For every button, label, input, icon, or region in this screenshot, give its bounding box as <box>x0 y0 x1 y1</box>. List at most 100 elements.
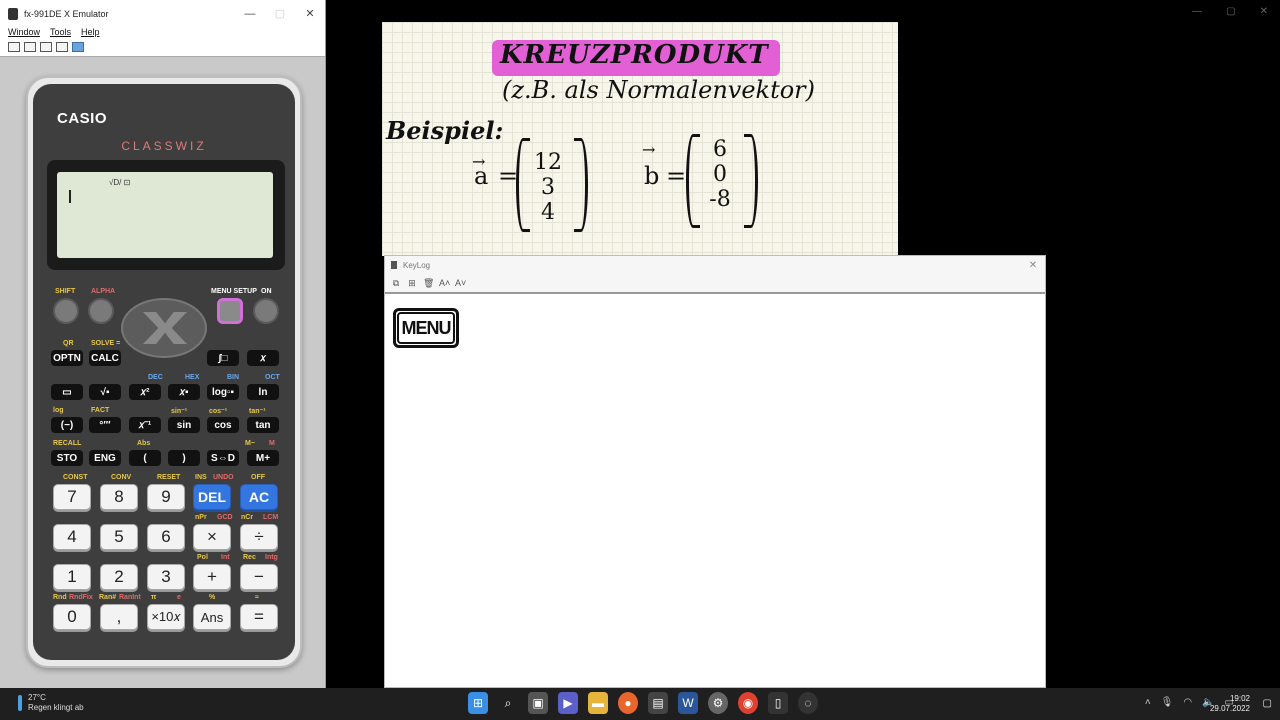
power-key[interactable]: 𝑥▪ <box>168 384 200 400</box>
m-plus-key[interactable]: M+ <box>247 450 279 466</box>
layout-1-icon[interactable] <box>8 42 20 52</box>
maximize-button[interactable]: ▢ <box>265 7 295 20</box>
wifi-icon[interactable]: ◠ <box>1183 697 1192 708</box>
e-label: e <box>177 594 181 601</box>
cos-key[interactable]: cos <box>207 417 239 433</box>
direction-pad[interactable] <box>121 298 207 358</box>
log-key[interactable]: log▫▪ <box>207 384 239 400</box>
chrome-icon[interactable]: ◉ <box>738 692 758 714</box>
degree-key[interactable]: °′″ <box>89 417 121 433</box>
minimize-button[interactable]: — <box>235 8 265 20</box>
screen-recorder-icon[interactable]: ◌ <box>798 692 818 714</box>
exp10-key[interactable]: ×10𝑥 <box>147 604 185 630</box>
fraction-key[interactable]: ▭ <box>51 384 83 400</box>
square-key[interactable]: 𝑥² <box>129 384 161 400</box>
divide-key[interactable]: ÷ <box>240 524 278 550</box>
key-2[interactable]: 2 <box>100 564 138 590</box>
equals-key[interactable]: = <box>240 604 278 630</box>
select-all-icon[interactable]: ⊞ <box>407 278 417 289</box>
board-subtitle: (z.B. als Normalenvektor) <box>502 76 816 104</box>
minimize-icon[interactable]: — <box>1192 6 1202 17</box>
m-label: M <box>269 440 275 447</box>
menu-tools[interactable]: Tools <box>50 27 71 39</box>
store-icon[interactable]: ▤ <box>648 692 668 714</box>
keylog-icon[interactable] <box>72 42 84 52</box>
word-icon[interactable]: W <box>678 692 698 714</box>
copy-icon[interactable]: ⧉ <box>391 278 401 289</box>
menu-help[interactable]: Help <box>81 27 100 39</box>
calc-key[interactable]: CALC <box>89 350 121 366</box>
key-1[interactable]: 1 <box>53 564 91 590</box>
vector-a-y: 3 <box>541 175 555 200</box>
comma-key[interactable]: , <box>100 604 138 630</box>
alpha-button[interactable] <box>88 298 114 324</box>
lcd-display: √D/ ⊡ <box>57 172 273 258</box>
ac-key[interactable]: AC <box>240 484 278 510</box>
layout-3-icon[interactable] <box>40 42 52 52</box>
emulator-menubar: Window Tools Help <box>0 27 325 39</box>
settings-icon[interactable]: ⚙ <box>708 692 728 714</box>
sin-key[interactable]: sin <box>168 417 200 433</box>
sqrt-key[interactable]: √▪ <box>89 384 121 400</box>
menu-button[interactable] <box>217 298 243 324</box>
font-decrease-icon[interactable]: A˅ <box>455 278 466 288</box>
abs-label: Abs <box>137 440 151 447</box>
sto-key[interactable]: STO <box>51 450 83 466</box>
key-8[interactable]: 8 <box>100 484 138 510</box>
task-view-icon[interactable]: ▣ <box>528 692 548 714</box>
x-key[interactable]: 𝑥 <box>247 350 279 366</box>
inverse-key[interactable]: 𝑥⁻¹ <box>129 417 161 433</box>
weather-widget[interactable]: 27°C Regen klingt ab <box>18 693 84 713</box>
notification-icon[interactable]: ▢ <box>1263 698 1272 709</box>
close-button[interactable]: ✕ <box>1021 260 1045 271</box>
microphone-icon[interactable]: 🎙 <box>1161 697 1174 708</box>
close-icon[interactable]: ✕ <box>1260 6 1268 17</box>
file-explorer-icon[interactable]: ▬ <box>588 692 608 714</box>
left-paren-key[interactable]: ( <box>129 450 161 466</box>
weather-icon <box>18 695 22 711</box>
emulator-titlebar: fx-991DE X Emulator — ▢ ✕ <box>0 0 325 27</box>
chat-icon[interactable]: ▶ <box>558 692 578 714</box>
layout-4-icon[interactable] <box>56 42 68 52</box>
chevron-up-icon[interactable]: ˄ <box>1145 697 1151 708</box>
tan-key[interactable]: tan <box>247 417 279 433</box>
firefox-icon[interactable]: ● <box>618 692 638 714</box>
plus-key[interactable]: + <box>193 564 231 590</box>
key-5[interactable]: 5 <box>100 524 138 550</box>
key-6[interactable]: 6 <box>147 524 185 550</box>
paren-right-b <box>744 134 758 228</box>
key-7[interactable]: 7 <box>53 484 91 510</box>
search-icon[interactable]: ⌕ <box>498 692 518 714</box>
key-0[interactable]: 0 <box>53 604 91 630</box>
vector-b-x: 6 <box>713 137 727 162</box>
optn-key[interactable]: OPTN <box>51 350 83 366</box>
eng-key[interactable]: ENG <box>89 450 121 466</box>
multiply-key[interactable]: × <box>193 524 231 550</box>
sd-key[interactable]: S⇔D <box>207 450 239 466</box>
keylog-title: KeyLog <box>403 260 431 270</box>
key-4[interactable]: 4 <box>53 524 91 550</box>
maximize-icon[interactable]: ▢ <box>1226 6 1235 17</box>
example-label: Beispiel: <box>386 116 504 145</box>
clock[interactable]: 19:02 29.07.2022 <box>1210 694 1250 714</box>
integral-key[interactable]: ∫□ <box>207 350 239 366</box>
key-3[interactable]: 3 <box>147 564 185 590</box>
close-button[interactable]: ✕ <box>295 7 325 20</box>
right-paren-key[interactable]: ) <box>168 450 200 466</box>
calculator-emulator-icon[interactable]: ▯ <box>768 692 788 714</box>
on-button[interactable] <box>253 298 279 324</box>
start-icon[interactable]: ⊞ <box>468 692 488 714</box>
ans-key[interactable]: Ans <box>193 604 231 630</box>
ln-key[interactable]: ln <box>247 384 279 400</box>
key-9[interactable]: 9 <box>147 484 185 510</box>
trash-icon[interactable]: 🗑 <box>423 278 434 289</box>
del-key[interactable]: DEL <box>193 484 231 510</box>
menu-window[interactable]: Window <box>8 27 40 39</box>
minus-key[interactable]: − <box>240 564 278 590</box>
rnd-label: Rnd <box>53 594 67 601</box>
font-increase-icon[interactable]: A˄ <box>439 278 450 288</box>
negative-key[interactable]: (−) <box>51 417 83 433</box>
layout-2-icon[interactable] <box>24 42 36 52</box>
calculator-body: CASIO CLASSWIZ √D/ ⊡ SHIFT ALPHA MENU SE… <box>26 76 302 668</box>
shift-button[interactable] <box>53 298 79 324</box>
